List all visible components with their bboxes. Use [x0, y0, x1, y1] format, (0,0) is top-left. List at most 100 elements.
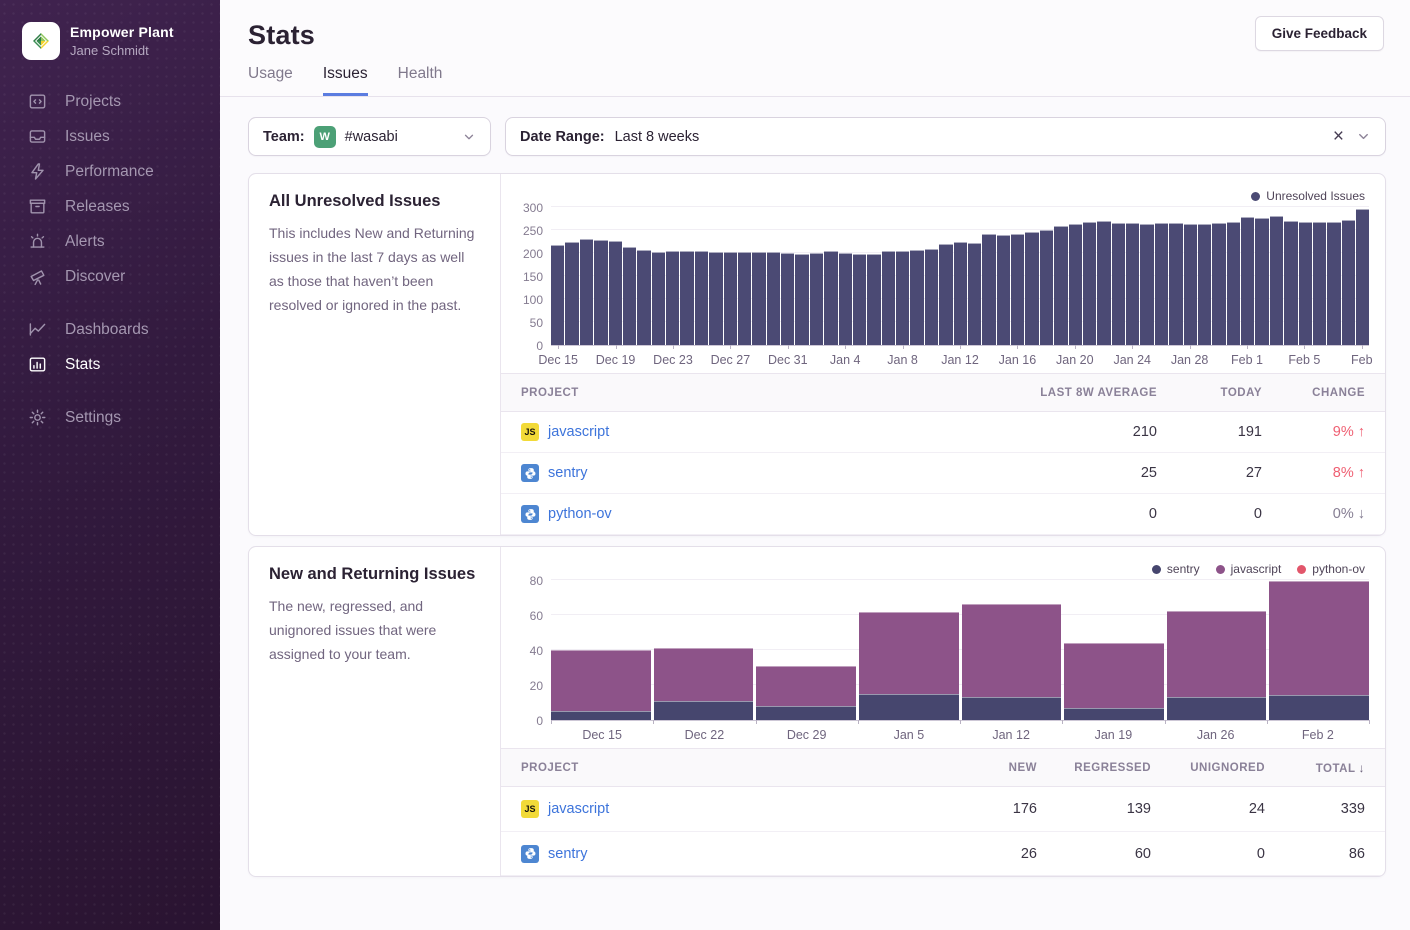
bar[interactable] [939, 244, 952, 345]
unresolved-table: PROJECT LAST 8W AVERAGE TODAY CHANGE JS … [501, 373, 1385, 535]
bar[interactable] [1126, 223, 1139, 345]
org-switcher[interactable]: Empower Plant Jane Schmidt [0, 0, 220, 84]
bar[interactable] [623, 247, 636, 345]
stacked-bar[interactable] [1269, 581, 1369, 720]
column-header-project[interactable]: PROJECT [521, 762, 919, 774]
bar[interactable] [1356, 209, 1369, 345]
tab-issues[interactable]: Issues [323, 65, 368, 96]
column-header-today[interactable]: TODAY [1157, 387, 1262, 399]
bar[interactable] [1025, 232, 1038, 345]
bar[interactable] [867, 254, 880, 345]
clear-icon[interactable]: × [1333, 127, 1344, 146]
bar[interactable] [1198, 224, 1211, 345]
project-link[interactable]: sentry [548, 846, 588, 862]
stacked-bar[interactable] [654, 648, 754, 720]
bar[interactable] [666, 251, 679, 345]
stacked-bar[interactable] [859, 612, 959, 720]
sidebar-item-issues[interactable]: Issues [0, 119, 220, 154]
sidebar-item-projects[interactable]: Projects [0, 84, 220, 119]
column-header-regressed[interactable]: REGRESSED [1037, 762, 1151, 774]
bar[interactable] [1040, 230, 1053, 345]
bar[interactable] [637, 250, 650, 345]
date-range-select[interactable]: Date Range: Last 8 weeks × [505, 117, 1386, 156]
sidebar-item-dashboards[interactable]: Dashboards [0, 312, 220, 347]
bar[interactable] [1241, 217, 1254, 345]
sidebar-item-alerts[interactable]: Alerts [0, 224, 220, 259]
sidebar-item-settings[interactable]: Settings [0, 400, 220, 435]
bar[interactable] [1299, 222, 1312, 345]
bar[interactable] [853, 254, 866, 345]
stacked-bar[interactable] [1167, 611, 1267, 720]
bar[interactable] [997, 235, 1010, 345]
bar[interactable] [1112, 223, 1125, 345]
table-row: JS javascript 210 191 9% ↑ [501, 412, 1385, 453]
bar[interactable] [724, 252, 737, 345]
sidebar-item-discover[interactable]: Discover [0, 259, 220, 294]
team-select[interactable]: Team: W #wasabi [248, 117, 491, 156]
sidebar-item-stats[interactable]: Stats [0, 347, 220, 382]
bar[interactable] [709, 252, 722, 345]
bar[interactable] [882, 251, 895, 345]
stacked-bar[interactable] [551, 650, 651, 720]
bar[interactable] [551, 245, 564, 345]
bar[interactable] [1140, 224, 1153, 345]
bar[interactable] [968, 243, 981, 345]
bar[interactable] [839, 253, 852, 345]
stacked-bar[interactable] [756, 666, 856, 720]
bar[interactable] [752, 252, 765, 345]
bar[interactable] [925, 249, 938, 345]
project-link[interactable]: javascript [548, 801, 609, 817]
stacked-bar[interactable] [962, 604, 1062, 720]
bar[interactable] [609, 241, 622, 345]
bar[interactable] [695, 251, 708, 345]
give-feedback-button[interactable]: Give Feedback [1255, 16, 1384, 51]
bar[interactable] [1184, 224, 1197, 345]
project-link[interactable]: javascript [548, 424, 609, 440]
bar[interactable] [738, 252, 751, 345]
column-header-project[interactable]: PROJECT [521, 387, 997, 399]
column-header-unignored[interactable]: UNIGNORED [1151, 762, 1265, 774]
column-header-avg[interactable]: LAST 8W AVERAGE [997, 387, 1157, 399]
bar[interactable] [1169, 223, 1182, 345]
bar[interactable] [580, 239, 593, 345]
bar-segment-sentry [756, 706, 856, 720]
project-link[interactable]: sentry [548, 465, 588, 481]
bar[interactable] [1255, 218, 1268, 345]
bar[interactable] [767, 252, 780, 345]
bar[interactable] [1227, 222, 1240, 345]
bar[interactable] [1327, 222, 1340, 345]
column-header-total-sort[interactable]: TOTAL↓ [1265, 761, 1365, 775]
column-header-change[interactable]: CHANGE [1262, 387, 1365, 399]
column-header-new[interactable]: NEW [919, 762, 1037, 774]
bar[interactable] [652, 252, 665, 345]
bar[interactable] [1313, 222, 1326, 345]
bar[interactable] [824, 251, 837, 345]
bar[interactable] [1097, 221, 1110, 345]
tab-health[interactable]: Health [398, 65, 443, 96]
bar[interactable] [1270, 216, 1283, 345]
bar[interactable] [594, 240, 607, 345]
bar[interactable] [982, 234, 995, 345]
bar[interactable] [781, 253, 794, 345]
bar[interactable] [1284, 221, 1297, 345]
bar[interactable] [1155, 223, 1168, 345]
bar[interactable] [1342, 220, 1355, 345]
bar[interactable] [810, 253, 823, 345]
sidebar-item-performance[interactable]: Performance [0, 154, 220, 189]
bar[interactable] [896, 251, 909, 345]
bar[interactable] [565, 242, 578, 345]
stacked-bar[interactable] [1064, 643, 1164, 720]
bar[interactable] [910, 250, 923, 345]
bar[interactable] [1011, 234, 1024, 345]
tab-usage[interactable]: Usage [248, 65, 293, 96]
sidebar-item-releases[interactable]: Releases [0, 189, 220, 224]
bar[interactable] [954, 242, 967, 345]
org-user: Jane Schmidt [70, 43, 174, 58]
bar[interactable] [1054, 226, 1067, 345]
project-link[interactable]: python-ov [548, 506, 612, 522]
bar[interactable] [680, 251, 693, 345]
bar[interactable] [1083, 222, 1096, 345]
bar[interactable] [795, 254, 808, 345]
bar[interactable] [1212, 223, 1225, 345]
bar[interactable] [1069, 224, 1082, 345]
